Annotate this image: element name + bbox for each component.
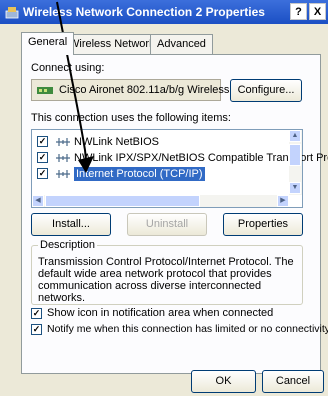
- show-icon-checkbox[interactable]: ✓: [31, 308, 42, 319]
- scroll-thumb[interactable]: [45, 195, 200, 207]
- item-checkbox[interactable]: ✓: [37, 168, 48, 179]
- install-button[interactable]: Install...: [31, 213, 111, 236]
- description-legend: Description: [38, 239, 98, 251]
- components-list[interactable]: ✓ NWLink NetBIOS ✓ NWLink IPX/SPX/NetBIO…: [31, 129, 328, 208]
- uninstall-button: Uninstall: [127, 213, 207, 236]
- notify-label: Notify me when this connection has limit…: [47, 323, 328, 335]
- item-checkbox[interactable]: ✓: [37, 136, 48, 147]
- cancel-button[interactable]: Cancel: [262, 370, 324, 393]
- tab-general[interactable]: General: [21, 32, 75, 55]
- item-label: Internet Protocol (TCP/IP): [74, 167, 205, 181]
- ok-button[interactable]: OK: [191, 370, 256, 393]
- properties-button[interactable]: Properties: [223, 213, 303, 236]
- close-button[interactable]: X: [309, 3, 326, 20]
- protocol-icon: [56, 138, 70, 146]
- title-bar: Wireless Network Connection 2 Properties…: [0, 0, 328, 24]
- list-item-selected[interactable]: ✓ Internet Protocol (TCP/IP): [32, 167, 287, 181]
- notify-checkbox[interactable]: ✓: [31, 324, 42, 335]
- scroll-right-icon[interactable]: ▶: [277, 195, 289, 207]
- adapter-field: Cisco Aironet 802.11a/b/g Wireless: [31, 79, 229, 101]
- list-item[interactable]: ✓ NWLink IPX/SPX/NetBIOS Compatible Tran…: [32, 151, 328, 165]
- items-label: This connection uses the following items…: [31, 112, 231, 124]
- protocol-icon: [56, 154, 70, 162]
- connect-using-label: Connect using:: [31, 62, 105, 74]
- scroll-down-icon[interactable]: ▼: [289, 182, 301, 194]
- configure-button[interactable]: Configure...: [230, 79, 302, 102]
- list-item[interactable]: ✓ NWLink NetBIOS: [32, 135, 287, 149]
- scroll-up-icon[interactable]: ▲: [289, 130, 301, 142]
- scroll-left-icon[interactable]: ◀: [32, 195, 44, 207]
- protocol-icon: [56, 170, 70, 178]
- window-title: Wireless Network Connection 2 Properties: [23, 5, 265, 19]
- network-connection-icon: [5, 7, 19, 19]
- show-icon-label: Show icon in notification area when conn…: [47, 307, 274, 319]
- description-group: Description Transmission Control Protoco…: [31, 239, 303, 305]
- vertical-scrollbar[interactable]: ▲ ▼: [289, 130, 302, 195]
- horizontal-scrollbar[interactable]: ◀ ▶: [32, 195, 289, 207]
- properties-dialog: Wireless Network Connection 2 Properties…: [0, 0, 328, 396]
- description-text: Transmission Control Protocol/Internet P…: [38, 256, 294, 304]
- help-button[interactable]: ?: [290, 3, 307, 20]
- network-card-icon: [37, 87, 53, 94]
- general-panel: Connect using: Cisco Aironet 802.11a/b/g…: [21, 54, 328, 374]
- adapter-name: Cisco Aironet 802.11a/b/g Wireless: [59, 84, 230, 96]
- item-checkbox[interactable]: ✓: [37, 152, 48, 163]
- scroll-thumb[interactable]: [289, 144, 301, 166]
- tab-advanced[interactable]: Advanced: [150, 34, 213, 54]
- item-label: NWLink NetBIOS: [74, 136, 159, 148]
